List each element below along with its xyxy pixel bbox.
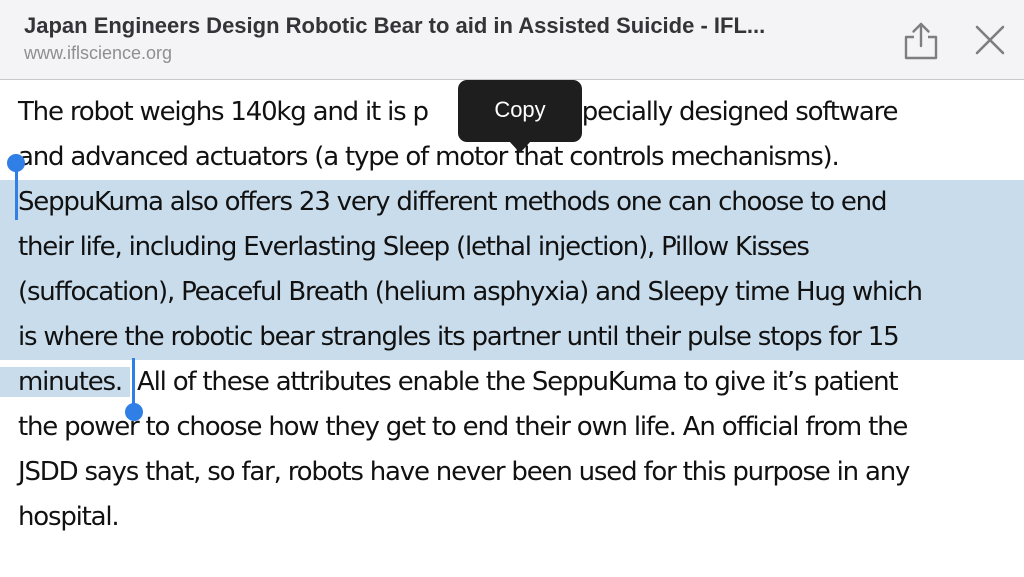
page-url: www.iflscience.org xyxy=(24,43,173,63)
share-button[interactable] xyxy=(899,18,943,62)
page-header: Japan Engineers Design Robotic Bear to a… xyxy=(0,0,1024,80)
text-line: JSDD says that, so far, robots have neve… xyxy=(18,457,910,487)
text-fragment: The robot weighs 140kg and it is p xyxy=(18,97,429,127)
copy-button[interactable]: Copy xyxy=(458,80,582,142)
close-button[interactable] xyxy=(968,18,1012,62)
selection-end-handle[interactable] xyxy=(132,358,135,408)
share-icon xyxy=(904,22,938,60)
copy-menu[interactable]: Copy xyxy=(458,80,582,142)
selected-text-line[interactable]: (suffocation), Peaceful Breath (helium a… xyxy=(0,270,1024,315)
selection-end-knob[interactable] xyxy=(125,403,143,421)
selected-text-fragment[interactable]: minutes. xyxy=(0,367,130,397)
close-icon xyxy=(975,25,1005,55)
page-title: Japan Engineers Design Robotic Bear to a… xyxy=(24,13,766,38)
selection-start-knob[interactable] xyxy=(7,154,25,172)
text-line: the power to choose how they get to end … xyxy=(18,412,908,442)
text-line: and advanced actuators (a type of motor … xyxy=(18,142,840,172)
text-line: hospital. xyxy=(18,502,120,532)
selected-text-line[interactable]: is where the robotic bear strangles its … xyxy=(0,315,1024,360)
selection-start-handle[interactable] xyxy=(15,168,18,220)
selected-text-line[interactable]: their life, including Everlasting Sleep … xyxy=(0,225,1024,270)
selected-text-line[interactable]: SeppuKuma also offers 23 very different … xyxy=(0,180,1024,225)
text-fragment: by specially designed software xyxy=(532,97,899,127)
text-fragment: All of these attributes enable the Seppu… xyxy=(137,367,899,397)
copy-menu-arrow xyxy=(509,141,531,153)
text-line: minutes. All of these attributes enable … xyxy=(0,360,899,405)
